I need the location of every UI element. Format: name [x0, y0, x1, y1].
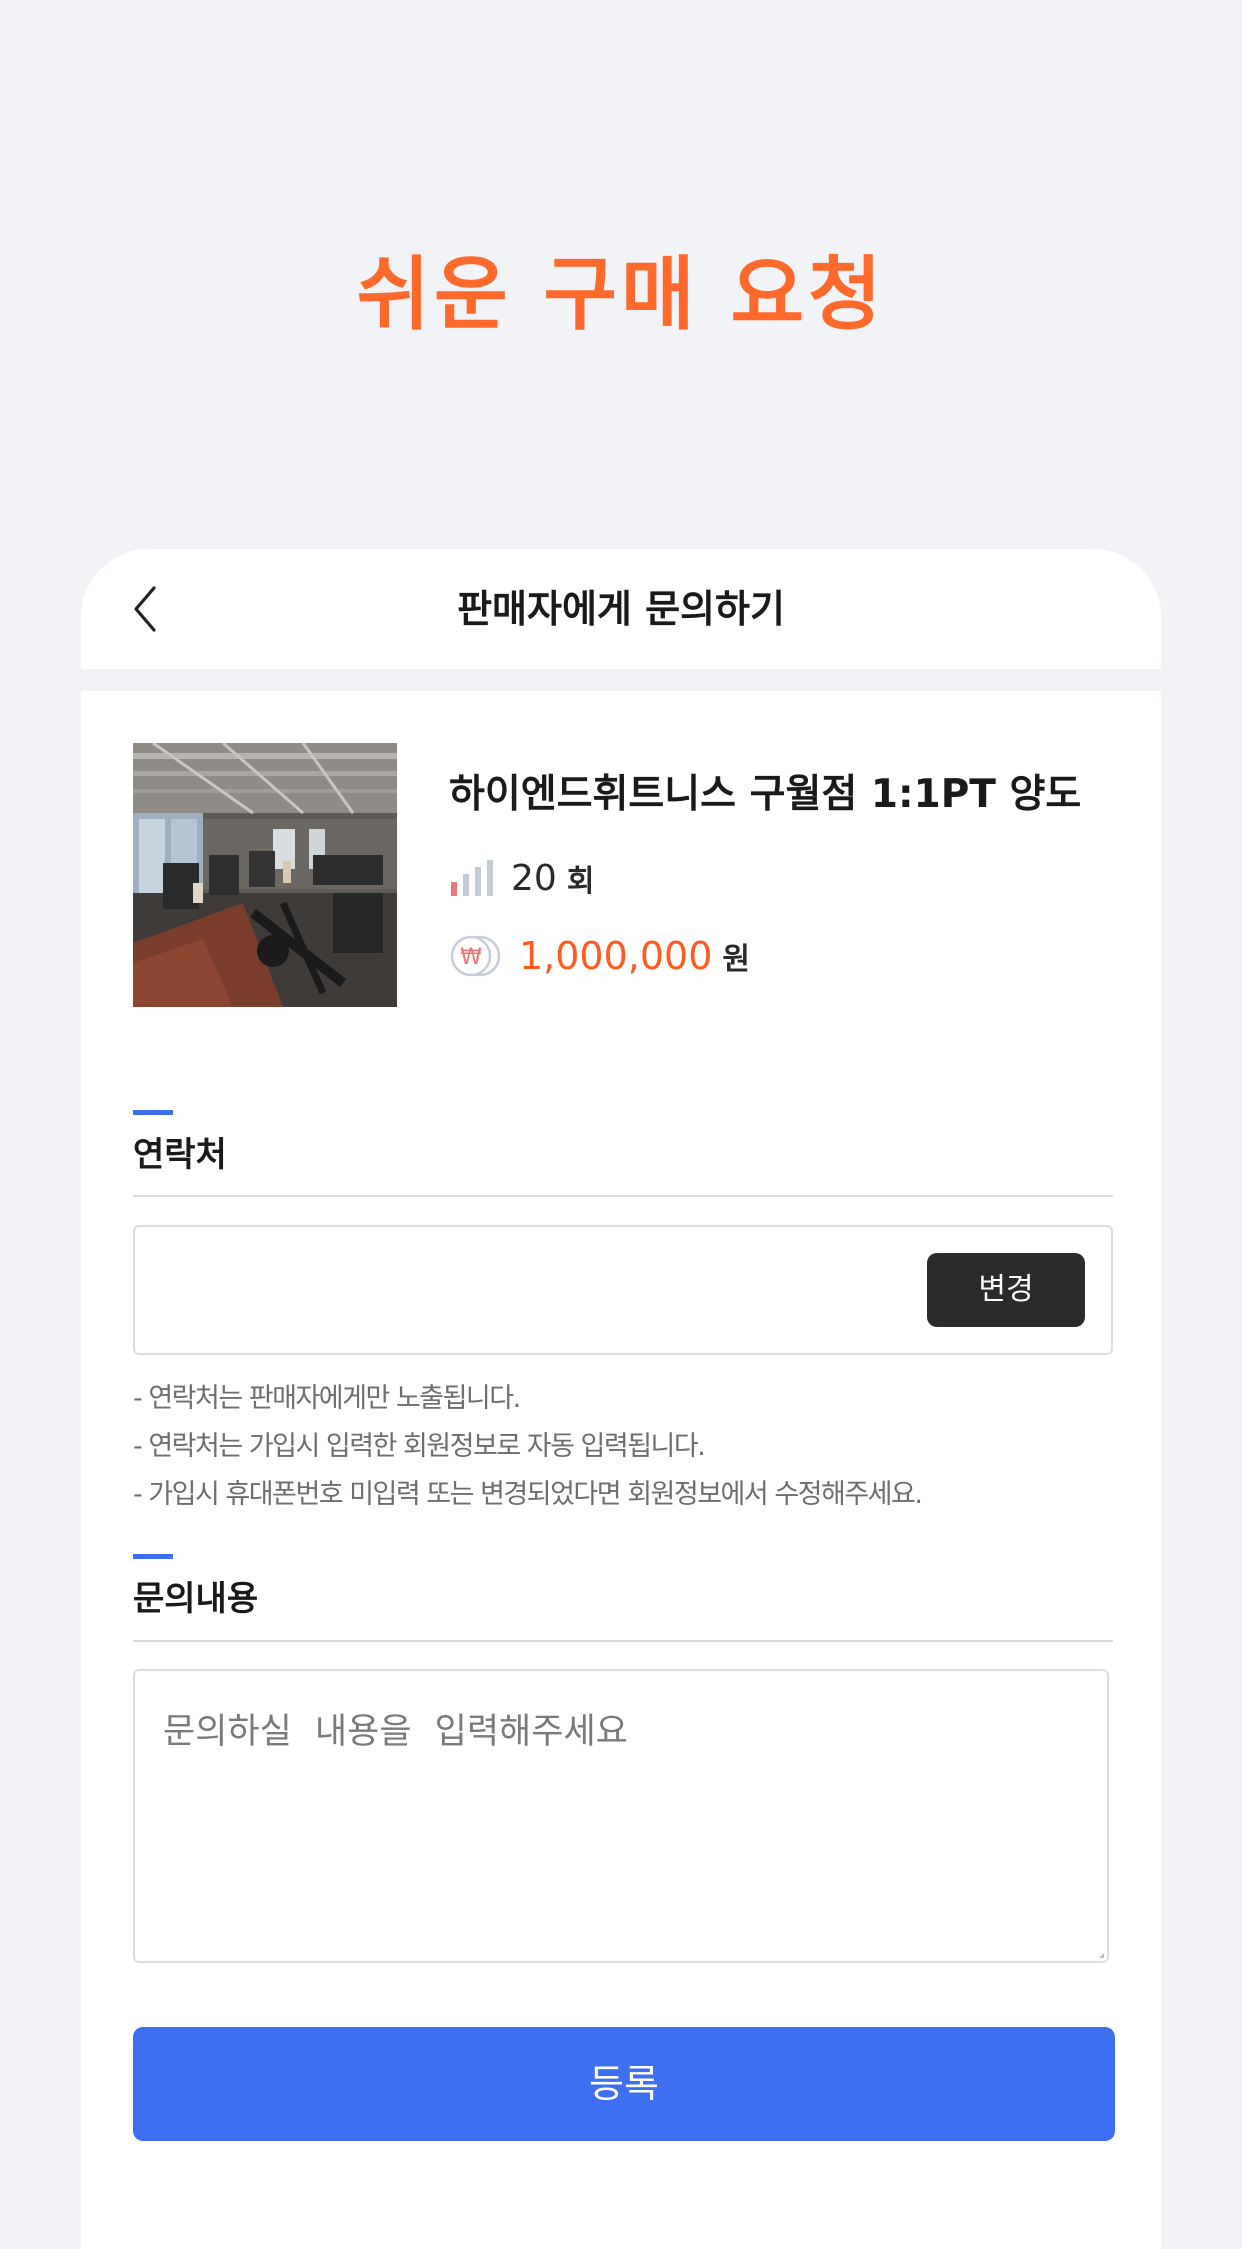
promo-title: 쉬운 구매 요청	[356, 248, 886, 341]
contact-section-label: 연락처	[133, 1135, 227, 1175]
header-divider	[81, 669, 1161, 691]
product-summary: 하이엔드휘트니스 구월점 1:1PT 양도 20 회 ₩ 1,000,000 원	[133, 743, 1113, 1007]
resize-handle-icon[interactable]	[1099, 1953, 1105, 1959]
signal-bars-icon	[451, 860, 493, 896]
product-image	[133, 743, 397, 1007]
price: ₩ 1,000,000 원	[449, 929, 750, 983]
contact-note: - 연락처는 가입시 입력한 회원정보로 자동 입력됩니다.	[133, 1431, 706, 1462]
inquiry-textarea[interactable]: 문의하실 내용을 입력해주세요	[133, 1669, 1109, 1963]
back-button[interactable]	[117, 581, 173, 637]
inquiry-section-accent	[133, 1554, 173, 1559]
product-name: 하이엔드휘트니스 구월점 1:1PT 양도	[449, 772, 1082, 817]
inquiry-section-label: 문의내용	[133, 1579, 259, 1619]
price-value: 1,000,000	[519, 934, 713, 978]
submit-button[interactable]: 등록	[133, 2027, 1115, 2141]
chevron-left-icon	[134, 586, 156, 632]
inquiry-section-divider	[133, 1640, 1113, 1642]
price-unit: 원	[722, 942, 751, 977]
session-count: 20 회	[449, 853, 594, 903]
contact-note: - 연락처는 판매자에게만 노출됩니다.	[133, 1383, 521, 1414]
session-count-unit: 회	[566, 864, 595, 899]
contact-notes: - 연락처는 판매자에게만 노출됩니다. - 연락처는 가입시 입력한 회원정보…	[133, 1375, 1113, 1519]
contact-field[interactable]: 변경	[133, 1225, 1113, 1355]
contact-section-accent	[133, 1110, 173, 1115]
page-title: 판매자에게 문의하기	[457, 587, 785, 631]
change-contact-button[interactable]: 변경	[927, 1253, 1085, 1327]
contact-note: - 가입시 휴대폰번호 미입력 또는 변경되었다면 회원정보에서 수정해주세요.	[133, 1479, 923, 1510]
inquiry-card: 판매자에게 문의하기 하이엔드휘트니스 구월점 1:1PT 양도 20 회 ₩ …	[81, 549, 1161, 2249]
contact-section-divider	[133, 1195, 1113, 1197]
session-count-value: 20	[511, 857, 557, 899]
card-header: 판매자에게 문의하기	[81, 549, 1161, 669]
inquiry-placeholder: 문의하실 내용을 입력해주세요	[163, 1712, 628, 1752]
won-coin-icon: ₩	[450, 935, 501, 977]
svg-text:₩: ₩	[460, 945, 482, 970]
